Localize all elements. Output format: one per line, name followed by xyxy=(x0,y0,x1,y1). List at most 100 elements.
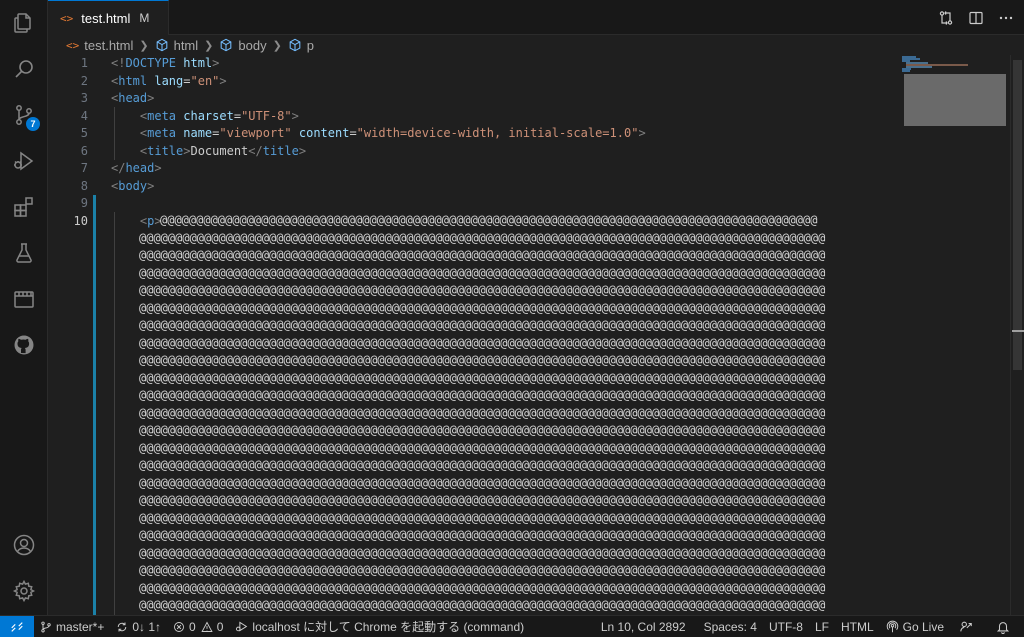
breadcrumb-body[interactable]: body xyxy=(219,38,267,53)
code-token: < xyxy=(111,143,148,158)
problems-status[interactable]: 0 0 xyxy=(167,616,229,637)
more-actions-icon[interactable] xyxy=(996,8,1016,28)
code-token: meta xyxy=(147,108,184,123)
vertical-scrollbar[interactable] xyxy=(1010,55,1024,615)
branch-status[interactable]: master*+ xyxy=(34,616,110,637)
paragraph-line: @@@@@@@@@@@@@@@@@@@@@@@@@@@@@@@@@@@@@@@@… xyxy=(139,318,826,332)
breadcrumb-file[interactable]: <> test.html xyxy=(66,38,133,53)
open-changes-icon[interactable] xyxy=(936,8,956,28)
testing-icon[interactable] xyxy=(0,230,48,276)
explorer-icon[interactable] xyxy=(0,0,48,46)
warning-count: 0 xyxy=(216,619,224,634)
symbol-element-icon xyxy=(288,38,302,52)
manage-gear-icon[interactable] xyxy=(0,568,48,614)
paragraph-line: @@@@@@@@@@@@@@@@@@@@@@@@@@@@@@@@@@@@@@@@… xyxy=(139,248,826,262)
paragraph-line: @@@@@@@@@@@@@@@@@@@@@@@@@@@@@@@@@@@@@@@@… xyxy=(139,598,826,612)
code-token: > xyxy=(219,73,227,88)
activity-bar: 7 xyxy=(0,0,48,615)
chevron-right-icon: ❯ xyxy=(204,39,214,52)
error-icon xyxy=(174,621,184,632)
paragraph-line: @@@@@@@@@@@@@@@@@@@@@@@@@@@@@@@@@@@@@@@@… xyxy=(139,370,826,385)
cursor-position-status[interactable]: Ln 10, Col 2892 xyxy=(595,616,692,637)
editor[interactable]: 1 2 3 4 5 6 7 8 9 10 <!DOCTYPE html> <html lang="e… xyxy=(48,55,1024,615)
breadcrumb-p[interactable]: p xyxy=(288,38,314,53)
code-line: <!DOCTYPE html> xyxy=(111,55,646,73)
notifications-bell-icon[interactable] xyxy=(986,616,1024,637)
code-token: content xyxy=(291,126,350,140)
account-icon[interactable] xyxy=(0,522,48,568)
code-token: "viewport" xyxy=(219,126,292,140)
notebook-icon[interactable] xyxy=(0,276,48,322)
code-token: charset xyxy=(183,108,234,123)
code-token: </ xyxy=(111,161,126,175)
code-token: > xyxy=(147,178,155,193)
editor-actions xyxy=(936,0,1016,35)
error-count: 0 xyxy=(189,619,196,634)
code-lines: <!DOCTYPE html> <html lang="en"> <head> <m… xyxy=(111,55,646,230)
line-number: 6 xyxy=(80,143,88,158)
code-token: > xyxy=(298,143,307,158)
symbol-element-icon xyxy=(219,38,233,52)
launch-chrome-status[interactable]: localhost に対して Chrome を起動する (command) xyxy=(229,616,530,637)
code-line: </head> xyxy=(111,160,646,178)
eol: LF xyxy=(814,619,829,634)
search-icon[interactable] xyxy=(0,46,48,92)
code-token: "UTF-8" xyxy=(241,108,292,123)
cursor-position: Ln 10, Col 2892 xyxy=(600,619,686,634)
sync-counts: 0↓ 1↑ xyxy=(132,619,162,634)
paragraph-line: @@@@@@@@@@@@@@@@@@@@@@@@@@@@@@@@@@@@@@@@… xyxy=(139,388,826,402)
run-debug-icon[interactable] xyxy=(0,138,48,184)
go-live-button[interactable]: Go Live xyxy=(880,616,950,637)
github-icon[interactable] xyxy=(0,322,48,368)
code-line: <body> xyxy=(111,178,646,196)
chevron-right-icon: ❯ xyxy=(139,39,149,52)
scrollbar-thumb[interactable] xyxy=(1013,60,1022,370)
code-line: <meta charset="UTF-8"> xyxy=(111,108,646,126)
sync-icon xyxy=(118,622,127,631)
code-token: < xyxy=(111,108,148,123)
indentation-status[interactable]: Spaces: 4 xyxy=(692,616,763,637)
extensions-icon[interactable] xyxy=(0,184,48,230)
source-control-icon[interactable]: 7 xyxy=(0,92,48,138)
paragraph-line: @@@@@@@@@@@@@@@@@@@@@@@@@@@@@@@@@@@@@@@@… xyxy=(139,335,826,350)
code-line: <head> xyxy=(111,90,646,108)
minimap[interactable] xyxy=(898,55,1010,615)
split-editor-icon[interactable] xyxy=(966,8,986,28)
code-line: <html lang="en"> xyxy=(111,73,646,91)
code-token: "en" xyxy=(190,73,220,88)
line-number: 7 xyxy=(80,161,88,175)
gutter-modified-marker xyxy=(93,195,96,615)
remote-indicator-button[interactable] xyxy=(0,615,34,637)
breadcrumb-html-label: html xyxy=(173,37,199,53)
code-token: head xyxy=(125,161,155,175)
tab-label: test.html xyxy=(81,10,131,26)
encoding-status[interactable]: UTF-8 xyxy=(763,616,809,637)
breadcrumb-file-label: test.html xyxy=(84,37,134,53)
launch-chrome-label: localhost に対して Chrome を起動する (command) xyxy=(252,620,525,634)
tab-modified-indicator: M xyxy=(139,11,150,25)
eol-status[interactable]: LF xyxy=(809,616,835,637)
code-token: head xyxy=(118,91,148,105)
paragraph-line: @@@@@@@@@@@@@@@@@@@@@@@@@@@@@@@@@@@@@@@@… xyxy=(139,528,826,542)
breadcrumb-html[interactable]: html xyxy=(155,37,199,53)
paragraph-line: @@@@@@@@@@@@@@@@@@@@@@@@@@@@@@@@@@@@@@@@… xyxy=(139,440,826,455)
indent-guide xyxy=(114,212,115,615)
paragraph-line: @@@@@@@@@@@@@@@@@@@@@@@@@@@@@@@@@@@@@@@@… xyxy=(139,493,826,507)
branch-icon xyxy=(41,621,51,632)
code-token: title xyxy=(262,143,299,158)
paragraph-line: @@@@@@@@@@@@@@@@@@@@@@@@@@@@@@@@@@@@@@@@… xyxy=(139,563,826,577)
line-number: 2 xyxy=(80,73,88,88)
indentation: Spaces: 4 xyxy=(703,619,757,634)
code-token: DOCTYPE xyxy=(125,56,184,70)
feedback-icon[interactable] xyxy=(950,616,986,637)
language-mode-status[interactable]: HTML xyxy=(835,616,880,637)
sync-status[interactable]: 0↓ 1↑ xyxy=(110,616,167,637)
code-token: > xyxy=(147,91,155,105)
tab-test-html[interactable]: <> test.html M xyxy=(48,0,169,35)
code-token: html xyxy=(118,73,155,88)
html-file-icon: <> xyxy=(60,11,74,25)
code-token: > xyxy=(291,108,299,123)
code-token: > xyxy=(154,161,162,175)
code-token: Document xyxy=(190,143,249,158)
status-bar: master*+ 0↓ 1↑ 0 0 localhost に対して Chrome… xyxy=(0,615,1024,637)
